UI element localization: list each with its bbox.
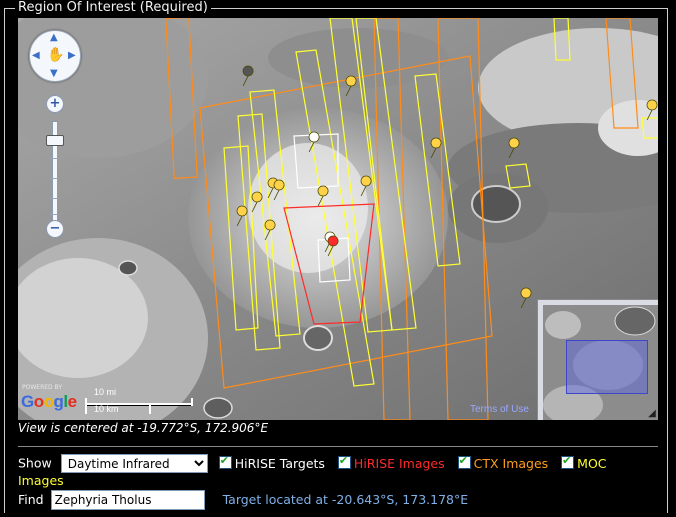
hirise-images-checkbox[interactable] <box>337 454 351 469</box>
moc-images-checkbox[interactable] <box>561 454 575 469</box>
zoom-in-button[interactable]: + <box>46 95 64 113</box>
find-input[interactable] <box>50 490 205 510</box>
zoom-slider-handle[interactable] <box>46 135 64 146</box>
scale-miles-label: 10 mi <box>94 387 117 397</box>
overview-map[interactable]: ◢ <box>537 299 658 420</box>
layer-toggle-hirise-targets[interactable]: HiRISE Targets <box>218 454 329 471</box>
layer-toggle-ctx-images[interactable]: CTX Images <box>457 454 553 471</box>
terms-of-use-link[interactable]: Terms of Use <box>470 404 529 415</box>
zoom-tick <box>50 198 58 199</box>
hirise-targets-checkbox[interactable] <box>218 454 232 469</box>
pan-right-icon[interactable]: ▶ <box>68 51 76 61</box>
zoom-tick <box>50 158 58 159</box>
pan-control[interactable]: ▲ ▼ ◀ ▶ ✋ <box>29 30 81 82</box>
map-viewport[interactable]: ▲ ▼ ◀ ▶ ✋ + − POWERED BY Google 10 mi 10… <box>18 18 658 420</box>
layer-toggle-hirise-images[interactable]: HiRISE Images <box>337 454 449 471</box>
show-label: Show <box>18 455 52 471</box>
moc-images-label-wrap: Images <box>18 473 64 488</box>
find-label: Find <box>18 492 44 507</box>
hirise-targets-label: HiRISE Targets <box>234 455 325 471</box>
pan-up-icon[interactable]: ▲ <box>50 33 58 43</box>
divider <box>18 446 658 447</box>
zoom-tick <box>50 178 58 179</box>
ctx-images-label: CTX Images <box>473 455 549 471</box>
overview-viewport-box[interactable] <box>566 340 648 394</box>
pan-left-icon[interactable]: ◀ <box>32 51 40 61</box>
ctx-images-checkbox[interactable] <box>457 454 471 469</box>
target-location-text: Target located at -20.643°S, 173.178°E <box>222 492 469 507</box>
hand-icon: ✋ <box>47 47 65 63</box>
overview-map-imagery[interactable] <box>543 305 658 420</box>
zoom-out-button[interactable]: − <box>46 220 64 238</box>
hirise-images-label: HiRISE Images <box>353 455 445 471</box>
powered-by-label: POWERED BY <box>22 384 63 391</box>
panel-legend: Region Of Interest (Required) <box>15 0 211 16</box>
scale-km-label: 10 km <box>94 404 119 414</box>
zoom-tick <box>50 214 58 215</box>
google-logo[interactable]: Google <box>21 392 77 412</box>
show-layer-select[interactable]: Daytime Infrared <box>60 454 208 473</box>
collapse-overview-icon[interactable]: ◢ <box>646 408 658 420</box>
layer-toggle-moc-images[interactable]: MOC <box>561 454 607 471</box>
moc-images-label: MOC <box>577 455 607 471</box>
map-center-readout: View is centered at -19.772°S, 172.906°E <box>18 421 269 435</box>
pan-down-icon[interactable]: ▼ <box>50 69 58 79</box>
